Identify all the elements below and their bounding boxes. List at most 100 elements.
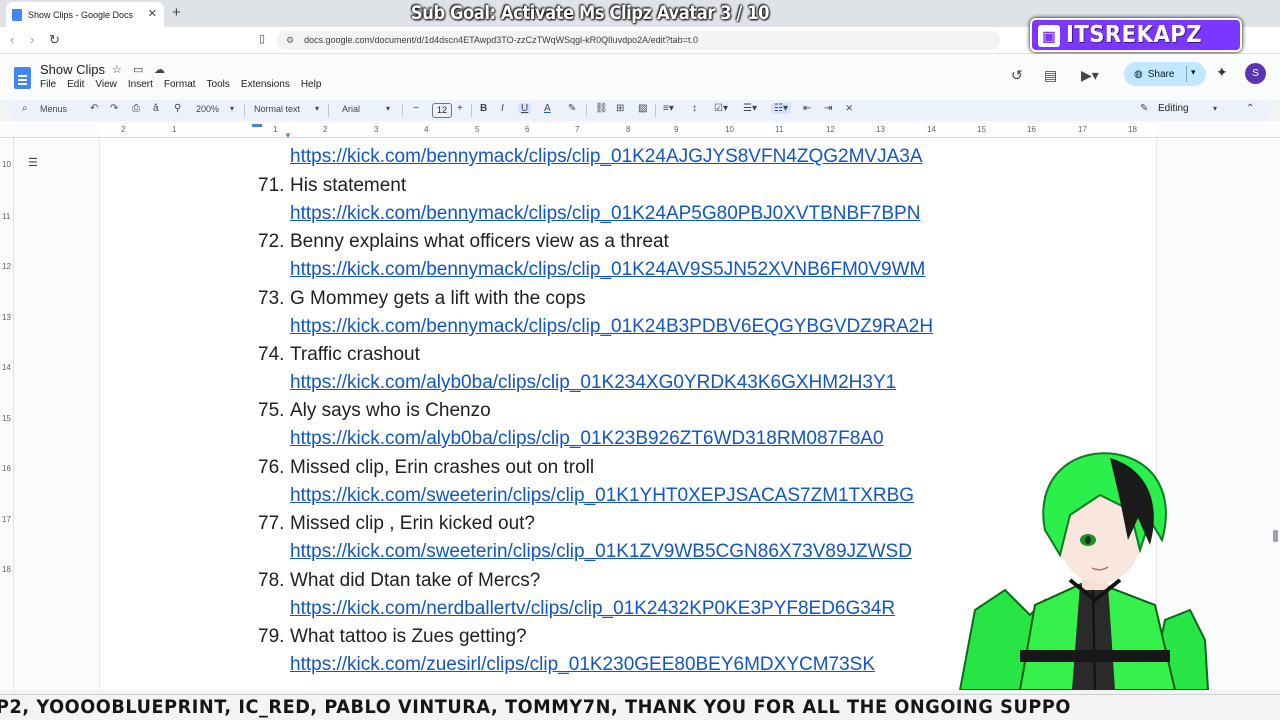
- account-avatar[interactable]: S: [1245, 63, 1266, 84]
- line-spacing-icon[interactable]: ↕: [692, 103, 697, 114]
- clip-link[interactable]: https://kick.com/zuesirl/clips/clip_01K2…: [290, 654, 875, 676]
- toolbar-divider: [402, 104, 403, 117]
- clip-link[interactable]: https://kick.com/sweeterin/clips/clip_01…: [290, 541, 912, 563]
- ruler-number: 17: [1078, 125, 1087, 134]
- decrease-font-icon[interactable]: −: [413, 103, 419, 114]
- menu-view[interactable]: View: [95, 79, 117, 90]
- move-folder-icon[interactable]: ▭: [133, 63, 143, 76]
- ruler-number: 7: [575, 125, 580, 134]
- close-tab-icon[interactable]: ✕: [148, 7, 157, 20]
- version-history-icon[interactable]: ↺: [1011, 67, 1023, 84]
- align-icon[interactable]: ≡▾: [663, 103, 674, 114]
- document-outline-icon[interactable]: ☰: [28, 156, 38, 169]
- ruler-number: 16: [1027, 125, 1036, 134]
- font-select[interactable]: Arial: [342, 104, 360, 114]
- comments-icon[interactable]: ▤: [1044, 67, 1057, 84]
- clip-link[interactable]: https://kick.com/bennymack/clips/clip_01…: [290, 203, 920, 225]
- collapse-menus-icon[interactable]: ⌃: [1246, 103, 1254, 114]
- search-menus-input[interactable]: Menus: [40, 104, 67, 114]
- bookmark-icon[interactable]: ▯: [259, 32, 265, 45]
- mode-dropdown-icon[interactable]: ▾: [1213, 104, 1217, 113]
- font-dropdown-icon[interactable]: ▾: [386, 104, 390, 113]
- paint-format-icon[interactable]: ⚲: [174, 103, 181, 114]
- undo-icon[interactable]: ↶: [90, 103, 98, 114]
- back-icon[interactable]: ‹: [10, 32, 14, 47]
- reload-icon[interactable]: ↻: [49, 32, 60, 48]
- clip-title: Missed clip , Erin kicked out?: [290, 513, 535, 534]
- search-icon[interactable]: ⌕: [22, 103, 28, 114]
- docs-logo-icon[interactable]: [14, 67, 31, 89]
- text-color-icon[interactable]: A: [544, 103, 551, 114]
- url-field[interactable]: ⚙ docs.google.com/document/d/1d4dscn4ETA…: [276, 31, 1000, 50]
- menu-tools[interactable]: Tools: [207, 79, 230, 90]
- ruler-number: 13: [876, 125, 885, 134]
- print-icon[interactable]: ⎙: [132, 103, 140, 114]
- clip-title: What tattoo is Zues getting?: [290, 626, 527, 647]
- clip-link[interactable]: https://kick.com/sweeterin/clips/clip_01…: [290, 485, 914, 507]
- chevron-down-icon[interactable]: ▾: [1191, 67, 1196, 78]
- vruler-number: 14: [2, 363, 11, 372]
- numbered-list-icon[interactable]: ☷▾: [771, 103, 791, 114]
- menu-help[interactable]: Help: [301, 79, 322, 90]
- vertical-scrollbar[interactable]: [1270, 138, 1280, 690]
- clip-link[interactable]: https://kick.com/bennymack/clips/clip_01…: [290, 316, 933, 338]
- indent-marker[interactable]: [252, 124, 262, 127]
- gemini-icon[interactable]: ✦: [1216, 64, 1228, 81]
- clip-link[interactable]: https://kick.com/bennymack/clips/clip_01…: [290, 259, 925, 281]
- scrollbar-thumb[interactable]: [1273, 530, 1278, 542]
- italic-icon[interactable]: I: [501, 103, 504, 114]
- ruler-number: 12: [826, 125, 835, 134]
- list-number: 74.: [258, 344, 285, 365]
- toolbar-divider: [244, 104, 245, 117]
- menu-format[interactable]: Format: [164, 79, 196, 90]
- checklist-icon[interactable]: ☑▾: [714, 103, 728, 114]
- redo-icon[interactable]: ↷: [110, 103, 118, 114]
- vruler-number: 15: [2, 414, 11, 423]
- clear-formatting-icon[interactable]: ⨯: [845, 103, 853, 114]
- menu-file[interactable]: File: [40, 79, 56, 90]
- clip-title: What did Dtan take of Mercs?: [290, 570, 541, 591]
- list-number: 77.: [258, 513, 285, 534]
- clip-link[interactable]: https://kick.com/alyb0ba/clips/clip_01K2…: [290, 372, 896, 394]
- share-button[interactable]: ◍ Share ▾: [1124, 62, 1206, 86]
- meet-icon[interactable]: ▶▾: [1081, 67, 1099, 84]
- highlight-icon[interactable]: ✎: [568, 103, 576, 114]
- decrease-indent-icon[interactable]: ⇤: [803, 103, 811, 114]
- document-title[interactable]: Show Clips: [40, 62, 105, 77]
- zoom-select[interactable]: 200%: [196, 104, 219, 114]
- bold-icon[interactable]: B: [480, 103, 487, 114]
- add-comment-icon[interactable]: ⊞: [616, 103, 624, 114]
- editing-mode-select[interactable]: Editing: [1158, 103, 1189, 114]
- vertical-ruler: 10 11 12 13 14 15 16 17 18: [0, 138, 14, 690]
- clip-title: G Mommey gets a lift with the cops: [290, 288, 586, 309]
- insert-image-icon[interactable]: ▨: [638, 103, 647, 114]
- docs-favicon-icon: [12, 8, 22, 21]
- browser-tab[interactable]: Show Clips - Google Docs ✕: [6, 2, 164, 27]
- clip-link[interactable]: https://kick.com/bennymack/clips/clip_01…: [290, 146, 923, 168]
- clip-link[interactable]: https://kick.com/alyb0ba/clips/clip_01K2…: [290, 428, 884, 450]
- forward-icon[interactable]: ›: [30, 32, 34, 47]
- bulleted-list-icon[interactable]: ☰▾: [743, 103, 757, 114]
- vruler-number: 17: [2, 515, 11, 524]
- star-icon[interactable]: ☆: [112, 63, 122, 76]
- increase-indent-icon[interactable]: ⇥: [824, 103, 832, 114]
- underline-icon[interactable]: U: [518, 103, 532, 114]
- spellcheck-icon[interactable]: ǎ: [153, 103, 159, 114]
- zoom-dropdown-icon[interactable]: ▾: [230, 104, 234, 113]
- font-size-input[interactable]: 12: [432, 103, 452, 118]
- paragraph-style-select[interactable]: Normal text: [254, 104, 300, 114]
- increase-font-icon[interactable]: +: [457, 103, 463, 114]
- ruler-number: 14: [927, 125, 936, 134]
- vruler-number: 13: [2, 313, 11, 322]
- menu-insert[interactable]: Insert: [128, 79, 153, 90]
- insert-link-icon[interactable]: ⛓: [595, 103, 608, 114]
- menu-edit[interactable]: Edit: [67, 79, 84, 90]
- vruler-number: 11: [2, 212, 11, 221]
- cloud-status-icon[interactable]: ☁: [154, 63, 165, 76]
- site-info-icon[interactable]: ⚙: [286, 31, 294, 50]
- new-tab-icon[interactable]: +: [172, 4, 181, 21]
- menu-extensions[interactable]: Extensions: [241, 79, 290, 90]
- toolbar-divider: [471, 104, 472, 117]
- clip-link[interactable]: https://kick.com/nerdballertv/clips/clip…: [290, 598, 895, 620]
- style-dropdown-icon[interactable]: ▾: [315, 104, 319, 113]
